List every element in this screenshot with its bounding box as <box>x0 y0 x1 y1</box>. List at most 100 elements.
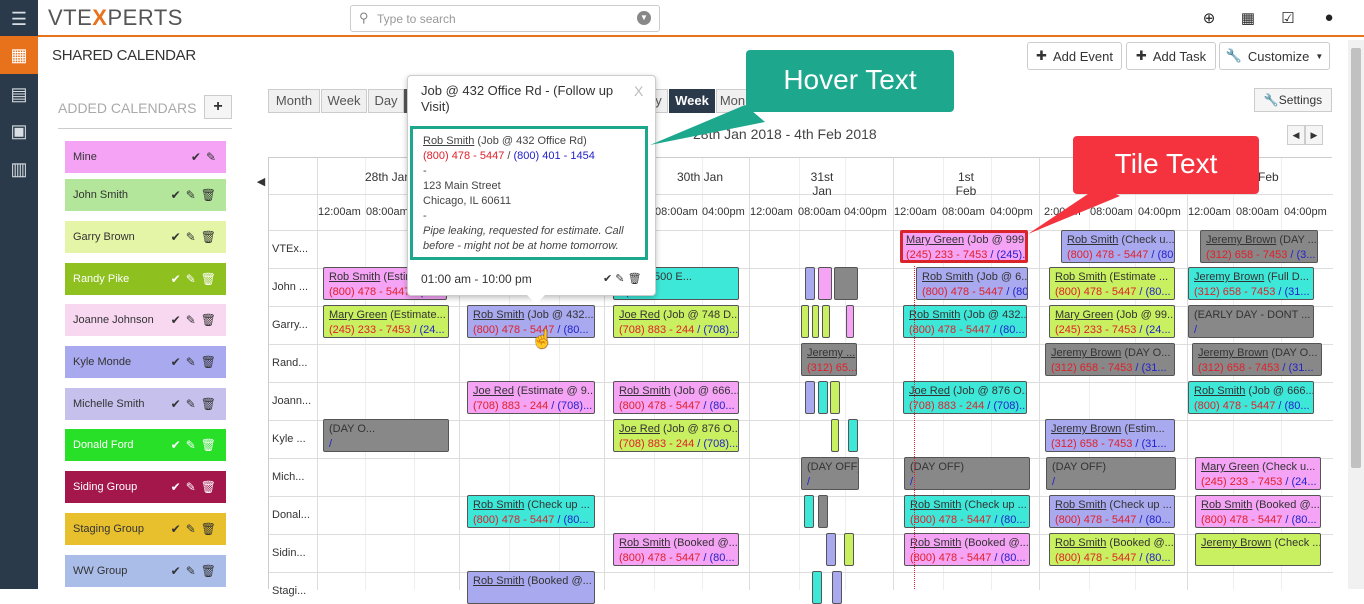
edit-icon[interactable]: ✎ <box>186 564 196 578</box>
calendar-item[interactable]: WW Group ✔ ✎ 🗑 <box>65 555 226 587</box>
popover-contact-name[interactable]: Rob Smith <box>423 135 474 147</box>
calendar-event-tile[interactable]: Rob Smith (Booked @... (800) 478 - 5447 /… <box>904 533 1030 566</box>
calendar-icon[interactable]: ▦ <box>0 36 38 74</box>
trash-icon[interactable]: 🗑 <box>628 273 642 285</box>
edit-icon[interactable]: ✎ <box>186 438 196 452</box>
edit-icon[interactable]: ✎ <box>615 273 624 285</box>
calendar-event-tile-narrow[interactable] <box>818 267 832 300</box>
event-contact-name[interactable]: Joe Red <box>619 423 660 435</box>
calendar-event-tile[interactable]: Joe Red (Job @ 748 D... (708) 883 - 244 /… <box>613 305 739 338</box>
day-header[interactable]: 31st Jan <box>802 170 842 198</box>
visible-check-icon[interactable]: ✔ <box>171 355 181 369</box>
event-contact-name[interactable]: Rob Smith <box>910 537 961 549</box>
menu-icon[interactable]: ☰ <box>0 0 38 38</box>
calendar-event-tile[interactable]: Mary Green (Job @ 999... (245) 233 - 7453… <box>900 230 1028 263</box>
visible-check-icon[interactable]: ✔ <box>171 313 181 327</box>
visible-check-icon[interactable]: ✔ <box>171 188 181 202</box>
event-contact-name[interactable]: Jeremy ... <box>807 347 855 359</box>
visible-check-icon[interactable]: ✔ <box>171 438 181 452</box>
prev-week-button[interactable]: ◀ <box>1287 125 1305 145</box>
calendar-top-icon[interactable]: ▦ <box>1238 9 1258 29</box>
event-contact-name[interactable]: Rob Smith <box>1055 499 1106 511</box>
calendar-event-tile[interactable]: Rob Smith (Estimate ... (800) 478 - 5447 … <box>1049 267 1175 300</box>
calendar-event-tile-narrow[interactable] <box>831 419 839 452</box>
event-contact-name[interactable]: Mary Green <box>1201 461 1259 473</box>
event-contact-name[interactable]: Rob Smith <box>1201 499 1252 511</box>
event-contact-name[interactable]: Rob Smith <box>619 537 670 549</box>
calendar-event-tile-narrow[interactable] <box>805 267 815 300</box>
add-event-button[interactable]: ✚ Add Event <box>1027 42 1122 70</box>
visible-check-icon[interactable]: ✔ <box>171 397 181 411</box>
event-contact-name[interactable]: Rob Smith <box>910 499 961 511</box>
calendar-item[interactable]: Mine ✔ ✎ <box>65 141 226 173</box>
scrollbar-thumb[interactable] <box>1351 48 1361 468</box>
calendar-event-tile[interactable]: Jeremy Brown (DAY O... (312) 658 - 7453 /… <box>1045 343 1175 376</box>
event-contact-name[interactable]: Mary Green <box>906 234 964 246</box>
view-month-button[interactable]: Month <box>268 89 320 113</box>
quick-create-icon[interactable]: ⊕ <box>1199 9 1219 29</box>
calendar-event-tile-narrow[interactable] <box>846 305 854 338</box>
calendar-event-tile-narrow[interactable] <box>805 381 815 414</box>
calendar-item[interactable]: John Smith ✔ ✎ 🗑 <box>65 179 226 211</box>
calendar-check-icon[interactable]: ▤ <box>0 75 38 113</box>
calendar-item[interactable]: Siding Group ✔ ✎ 🗑 <box>65 471 226 503</box>
calendar-item[interactable]: Donald Ford ✔ ✎ 🗑 <box>65 429 226 461</box>
calendar-event-tile-narrow[interactable] <box>844 533 854 566</box>
calendar-event-tile-narrow[interactable] <box>830 381 840 414</box>
calendar-event-tile-narrow[interactable] <box>812 571 822 604</box>
calendar-event-tile[interactable]: Rob Smith (Booked @... (800) 478 - 5447 /… <box>1049 533 1175 566</box>
calendar-event-tile[interactable]: Jeremy Brown (Check ... <box>1195 533 1321 566</box>
trash-icon[interactable]: 🗑 <box>201 272 216 286</box>
event-contact-name[interactable]: Jeremy Brown <box>1198 347 1268 359</box>
calendar-event-tile-narrow[interactable] <box>832 571 842 604</box>
calendar-event-tile-narrow[interactable] <box>804 495 814 528</box>
calendar-event-tile[interactable]: Mary Green (Job @ 99... (245) 233 - 7453 … <box>1049 305 1175 338</box>
event-contact-name[interactable]: Mary Green <box>329 309 387 321</box>
calendar-event-tile[interactable]: (DAY O... / <box>323 419 449 452</box>
visible-check-icon[interactable]: ✔ <box>171 272 181 286</box>
customize-button[interactable]: 🔧 Customize ▼ <box>1219 42 1330 70</box>
event-contact-name[interactable]: Joe Red <box>619 309 660 321</box>
trash-icon[interactable]: 🗑 <box>201 438 216 452</box>
trash-icon[interactable]: 🗑 <box>201 188 216 202</box>
event-contact-name[interactable]: Rob Smith <box>1194 385 1245 397</box>
calendar-event-tile[interactable]: Joe Red (Job @ 876 O... (708) 883 - 244 /… <box>613 419 739 452</box>
trash-icon[interactable]: 🗑 <box>201 313 216 327</box>
edit-icon[interactable]: ✎ <box>186 397 196 411</box>
event-contact-name[interactable]: Jeremy Brown <box>1206 234 1276 246</box>
calendar-event-tile-narrow[interactable] <box>826 533 836 566</box>
calendar-event-tile[interactable]: Jeremy ... (312) 65... <box>801 343 857 376</box>
event-contact-name[interactable]: Rob Smith <box>619 385 670 397</box>
calendar-item[interactable]: Joanne Johnson ✔ ✎ 🗑 <box>65 304 226 336</box>
search-box[interactable]: ⚲ Type to search ▼ <box>350 5 660 32</box>
visible-check-icon[interactable]: ✔ <box>171 564 181 578</box>
event-contact-name[interactable]: Rob Smith <box>473 499 524 511</box>
calendar-event-tile[interactable]: Mary Green (Check u... (245) 233 - 7453 /… <box>1195 457 1321 490</box>
calendar-event-tile[interactable]: Rob Smith (Job @ 6... (800) 478 - 5447 / … <box>916 267 1028 300</box>
visible-check-icon[interactable]: ✔ <box>191 150 201 164</box>
day-header[interactable]: Feb <box>1258 170 1279 184</box>
calendar-event-tile-narrow[interactable] <box>801 305 809 338</box>
event-contact-name[interactable]: Rob Smith <box>473 309 524 321</box>
calendar-event-tile[interactable]: Joe Red (Estimate @ 9... (708) 883 - 244 … <box>467 381 595 414</box>
calendar-event-tile[interactable]: Rob Smith (Job @ 666... (800) 478 - 5447 … <box>613 381 739 414</box>
popover-close-button[interactable]: X <box>634 83 643 99</box>
visible-check-icon[interactable]: ✔ <box>171 522 181 536</box>
calendar-event-tile[interactable]: Rob Smith (Check up ... (800) 478 - 5447 … <box>904 495 1030 528</box>
edit-icon[interactable]: ✎ <box>206 150 216 164</box>
page-scrollbar[interactable] <box>1348 40 1364 589</box>
event-contact-name[interactable]: Jeremy Brown <box>1051 347 1121 359</box>
calendar-event-tile-narrow[interactable] <box>848 419 858 452</box>
calendar-event-tile[interactable]: (DAY OFF) / <box>904 457 1030 490</box>
calendar-event-tile-narrow[interactable] <box>812 305 819 338</box>
calendar-item[interactable]: Garry Brown ✔ ✎ 🗑 <box>65 221 226 253</box>
visible-check-icon[interactable]: ✔ <box>171 480 181 494</box>
calendar-list-icon[interactable]: ▥ <box>0 150 38 188</box>
user-icon[interactable]: ● <box>1319 9 1339 29</box>
calendar-event-tile[interactable]: Joe Red (Job @ 876 O... (708) 883 - 244 /… <box>903 381 1027 414</box>
add-task-button[interactable]: ✚ Add Task <box>1126 42 1216 70</box>
event-contact-name[interactable]: Rob Smith <box>473 575 524 587</box>
event-contact-name[interactable]: Jeremy Brown <box>1201 537 1271 549</box>
edit-icon[interactable]: ✎ <box>186 272 196 286</box>
event-contact-name[interactable]: Rob Smith <box>1055 537 1106 549</box>
